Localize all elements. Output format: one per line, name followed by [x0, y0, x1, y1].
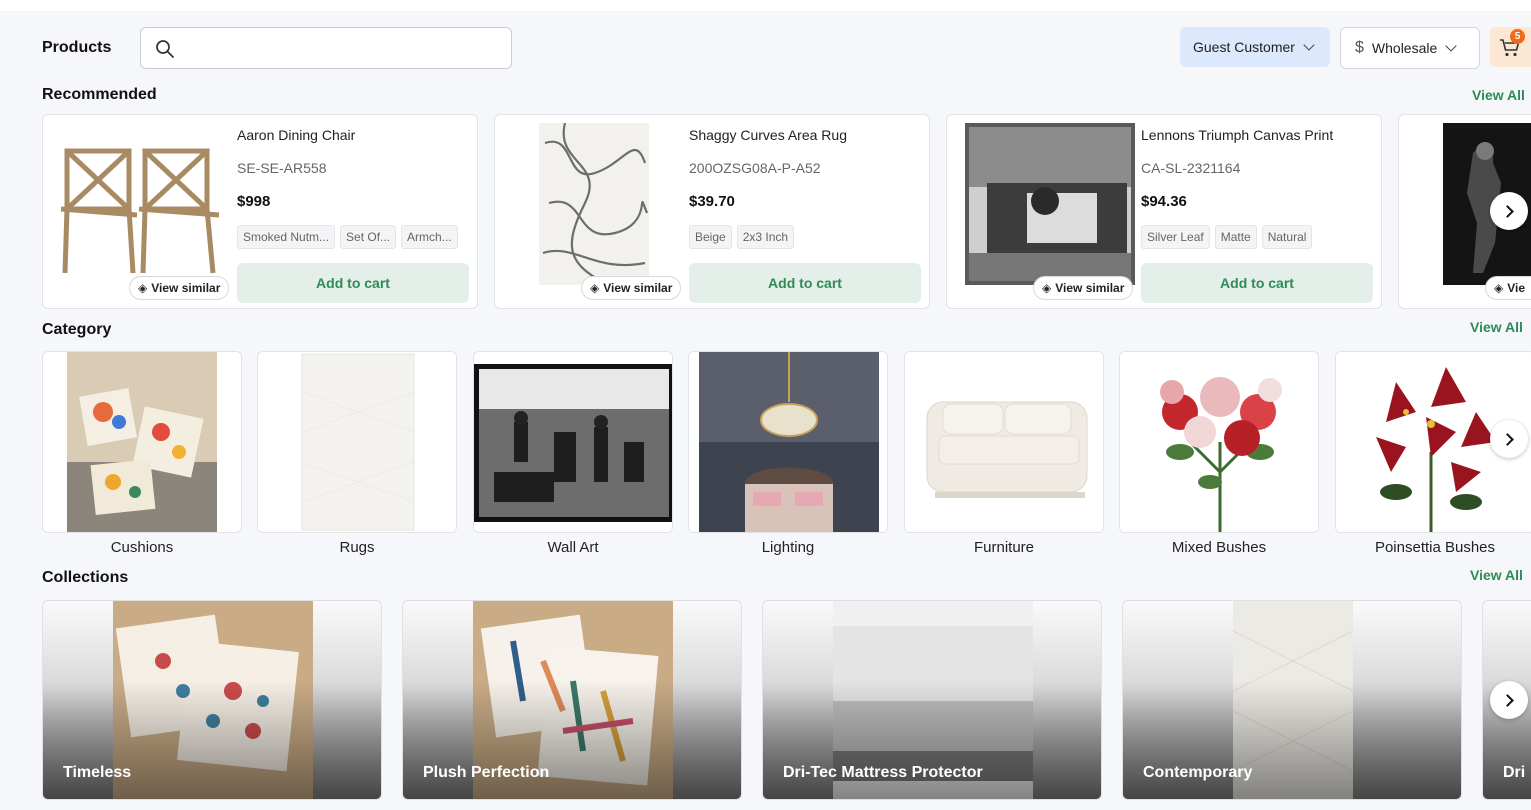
search-input[interactable] [185, 34, 501, 62]
cart-count-badge: 5 [1510, 29, 1525, 44]
collection-card[interactable]: Timeless [42, 600, 382, 800]
view-similar-button[interactable]: ◈ View similar [129, 276, 230, 300]
dollar-icon: $ [1355, 39, 1364, 56]
search-icon [156, 40, 174, 58]
category-item[interactable]: Mixed Bushes [1119, 351, 1319, 556]
variant-tag[interactable]: Natural [1261, 225, 1313, 249]
category-item[interactable]: Rugs [257, 351, 457, 556]
add-to-cart-button[interactable]: Add to cart [237, 263, 469, 303]
product-image[interactable] [957, 123, 1147, 293]
category-item[interactable]: Furniture [904, 351, 1104, 556]
collection-card[interactable]: Plush Perfection [402, 600, 742, 800]
recommended-title: Recommended [42, 86, 157, 103]
category-image[interactable] [904, 351, 1104, 533]
collection-card[interactable]: Contemporary [1122, 600, 1462, 800]
view-similar-label: View similar [603, 281, 673, 295]
top-strip [0, 0, 1531, 11]
carousel-next-button[interactable] [1490, 681, 1528, 719]
cart-button[interactable]: 5 [1490, 27, 1531, 67]
price-mode-dropdown[interactable]: $ Wholesale [1340, 27, 1480, 69]
product-image[interactable] [53, 123, 243, 293]
chevron-down-icon [1303, 38, 1315, 51]
add-to-cart-button[interactable]: Add to cart [689, 263, 921, 303]
search-box[interactable] [140, 27, 512, 69]
category-image[interactable] [1119, 351, 1319, 533]
variant-tag[interactable]: Smoked Nutm... [237, 225, 336, 249]
product-sku: 200OZSG08A-P-A52 [689, 160, 821, 176]
category-label[interactable]: Cushions [42, 539, 242, 556]
product-name[interactable]: Shaggy Curves Area Rug [689, 127, 847, 143]
product-name[interactable]: Aaron Dining Chair [237, 127, 355, 143]
category-item[interactable]: Lighting [688, 351, 888, 556]
category-item[interactable]: Cushions [42, 351, 242, 556]
tag-icon: ◈ [1042, 281, 1052, 295]
category-view-all-link[interactable]: View All [1470, 319, 1523, 335]
category-label[interactable]: Rugs [257, 539, 457, 556]
collection-card[interactable]: Dri-Tec Mattress Protector [762, 600, 1102, 800]
tag-icon: ◈ [590, 281, 600, 295]
customer-dropdown[interactable]: Guest Customer [1180, 27, 1330, 67]
variant-tag[interactable]: Silver Leaf [1141, 225, 1210, 249]
product-price: $94.36 [1141, 193, 1187, 210]
view-similar-label: Vie [1507, 281, 1526, 295]
chevron-down-icon [1445, 39, 1457, 52]
collection-label[interactable]: Timeless [63, 764, 131, 782]
product-sku: SE-SE-AR558 [237, 160, 327, 176]
collection-label[interactable]: Dri-Tec Mattress Protector [783, 764, 983, 782]
variant-tag[interactable]: Matte [1214, 225, 1257, 249]
category-image[interactable] [688, 351, 888, 533]
page-title: Products [42, 39, 112, 56]
recommended-view-all-link[interactable]: View All [1472, 87, 1525, 103]
view-similar-button[interactable]: ◈ View similar [1033, 276, 1134, 300]
category-image[interactable] [257, 351, 457, 533]
product-image[interactable] [505, 123, 695, 293]
category-label[interactable]: Lighting [688, 539, 888, 556]
variant-tag[interactable]: Armch... [401, 225, 458, 249]
tag-icon: ◈ [138, 281, 148, 295]
tag-icon: ◈ [1494, 281, 1504, 295]
category-label[interactable]: Poinsettia Bushes [1335, 539, 1531, 556]
view-similar-label: View similar [151, 281, 221, 295]
chevron-right-icon [1500, 204, 1514, 218]
carousel-next-button[interactable] [1490, 420, 1528, 458]
view-similar-button[interactable]: ◈ Vie [1485, 276, 1531, 300]
category-title: Category [42, 321, 112, 338]
product-card[interactable]: ◈ View similar Lennons Triumph Canvas Pr… [946, 114, 1382, 309]
category-image[interactable] [42, 351, 242, 533]
category-label[interactable]: Mixed Bushes [1119, 539, 1319, 556]
category-item[interactable]: Wall Art [473, 351, 673, 556]
product-card[interactable]: ◈ View similar Shaggy Curves Area Rug 20… [494, 114, 930, 309]
product-name[interactable]: Lennons Triumph Canvas Print [1141, 127, 1333, 143]
collection-label[interactable]: Contemporary [1143, 764, 1252, 782]
view-similar-label: View similar [1055, 281, 1125, 295]
product-price: $39.70 [689, 193, 735, 210]
variant-tag[interactable]: Beige [689, 225, 732, 249]
product-sku: CA-SL-2321164 [1141, 160, 1241, 176]
category-label[interactable]: Wall Art [473, 539, 673, 556]
product-price: $998 [237, 193, 271, 210]
chevron-right-icon [1500, 432, 1514, 446]
category-label[interactable]: Furniture [904, 539, 1104, 556]
customer-label: Guest Customer [1193, 39, 1295, 55]
variant-tag[interactable]: 2x3 Inch [736, 225, 795, 249]
view-similar-button[interactable]: ◈ View similar [581, 276, 682, 300]
variant-tag[interactable]: Set Of... [340, 225, 397, 249]
collection-label[interactable]: Plush Perfection [423, 764, 549, 782]
carousel-next-button[interactable] [1490, 192, 1528, 230]
chevron-right-icon [1500, 693, 1514, 707]
category-image[interactable] [473, 351, 673, 533]
collections-view-all-link[interactable]: View All [1470, 567, 1523, 583]
collections-title: Collections [42, 569, 129, 586]
price-mode-label: Wholesale [1371, 40, 1438, 56]
collection-label[interactable]: Dri [1503, 764, 1525, 782]
add-to-cart-button[interactable]: Add to cart [1141, 263, 1373, 303]
product-card[interactable]: ◈ View similar Aaron Dining Chair SE-SE-… [42, 114, 478, 309]
